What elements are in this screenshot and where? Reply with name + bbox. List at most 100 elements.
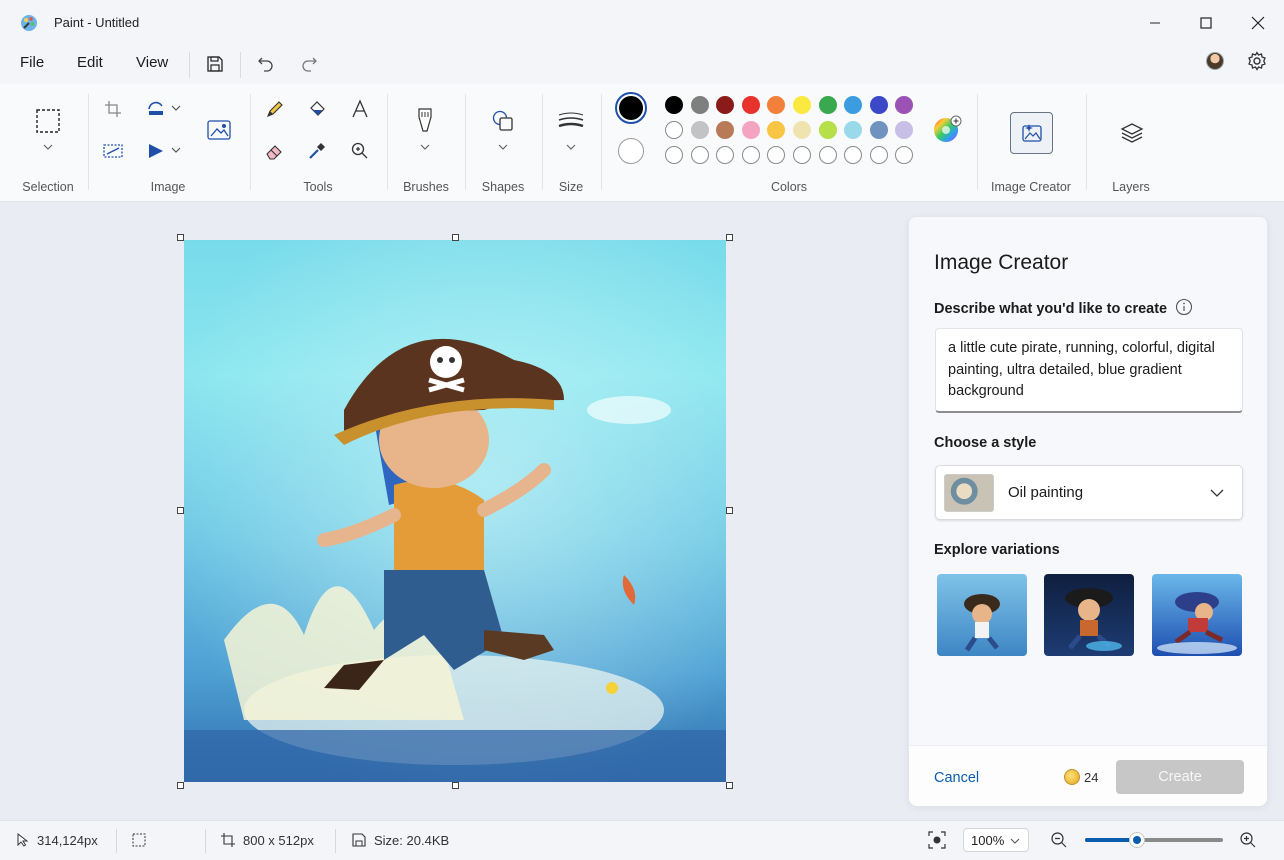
size-dropdown[interactable] bbox=[564, 142, 578, 152]
chevron-down-icon bbox=[1210, 489, 1224, 497]
zoom-out-icon[interactable] bbox=[1050, 831, 1068, 849]
text-tool[interactable] bbox=[348, 97, 372, 121]
custom-color-slot[interactable] bbox=[690, 146, 709, 164]
color-swatch[interactable] bbox=[793, 96, 811, 114]
zoom-dropdown[interactable]: 100% bbox=[963, 828, 1029, 852]
zoom-icon bbox=[351, 142, 368, 159]
zoom-slider-thumb[interactable] bbox=[1129, 832, 1146, 848]
color-swatch[interactable] bbox=[767, 121, 786, 139]
variation-image bbox=[1157, 592, 1237, 654]
eraser-tool[interactable] bbox=[263, 139, 287, 163]
custom-color-slot[interactable] bbox=[869, 146, 888, 164]
zoom-slider[interactable] bbox=[1085, 832, 1223, 848]
variation-thumbnail[interactable] bbox=[937, 574, 1027, 656]
brushes-dropdown[interactable] bbox=[418, 142, 432, 152]
custom-color-slot[interactable] bbox=[895, 146, 914, 164]
secondary-color-button[interactable] bbox=[618, 138, 644, 164]
color-swatch[interactable] bbox=[895, 121, 914, 139]
text-icon bbox=[352, 99, 368, 118]
image-creator-button[interactable] bbox=[1010, 112, 1053, 154]
resize-handle[interactable] bbox=[452, 234, 459, 241]
close-button[interactable] bbox=[1236, 8, 1280, 38]
account-avatar[interactable] bbox=[1206, 52, 1224, 70]
rotate-button[interactable] bbox=[144, 97, 184, 121]
canvas-image[interactable] bbox=[184, 240, 726, 782]
save-icon bbox=[207, 56, 223, 72]
color-picker-tool[interactable] bbox=[305, 139, 329, 163]
redo-button[interactable] bbox=[298, 53, 320, 75]
color-swatch[interactable] bbox=[690, 96, 709, 114]
custom-color-slot[interactable] bbox=[793, 146, 811, 164]
size-button[interactable] bbox=[557, 109, 585, 133]
variations-label: Explore variations bbox=[934, 542, 1060, 558]
layers-button[interactable] bbox=[1118, 120, 1146, 146]
resize-handle[interactable] bbox=[452, 782, 459, 789]
color-swatch[interactable] bbox=[741, 96, 760, 114]
magnifier-tool[interactable] bbox=[348, 139, 372, 163]
menu-file[interactable]: File bbox=[20, 54, 44, 71]
color-swatch[interactable] bbox=[665, 121, 683, 139]
color-swatch[interactable] bbox=[716, 96, 735, 114]
menu-edit[interactable]: Edit bbox=[77, 54, 103, 71]
info-icon[interactable] bbox=[1175, 298, 1193, 316]
group-label-size: Size bbox=[558, 180, 584, 194]
variation-thumbnail[interactable] bbox=[1044, 574, 1134, 656]
color-swatch[interactable] bbox=[818, 96, 837, 114]
style-dropdown[interactable]: Oil painting bbox=[935, 465, 1243, 520]
color-swatch[interactable] bbox=[844, 96, 863, 114]
resize-handle[interactable] bbox=[726, 507, 733, 514]
paint-bucket-icon bbox=[310, 101, 325, 116]
resize-handle[interactable] bbox=[177, 507, 184, 514]
fit-to-window-icon[interactable] bbox=[928, 831, 946, 849]
color-swatch[interactable] bbox=[665, 96, 683, 114]
custom-color-slot[interactable] bbox=[767, 146, 786, 164]
menu-view[interactable]: View bbox=[136, 54, 168, 71]
color-swatch[interactable] bbox=[818, 121, 837, 139]
color-swatch[interactable] bbox=[869, 96, 888, 114]
flip-icon bbox=[149, 144, 181, 158]
resize-handle[interactable] bbox=[726, 234, 733, 241]
resize-button[interactable] bbox=[102, 140, 124, 162]
selection-dropdown[interactable] bbox=[40, 141, 56, 153]
undo-button[interactable] bbox=[255, 53, 277, 75]
shapes-dropdown[interactable] bbox=[496, 142, 510, 152]
color-swatch[interactable] bbox=[844, 121, 863, 139]
selection-tool-button[interactable] bbox=[33, 106, 63, 136]
fill-tool[interactable] bbox=[305, 97, 329, 121]
remove-background-button[interactable] bbox=[205, 116, 233, 144]
flip-button[interactable] bbox=[144, 139, 184, 163]
minimize-button[interactable] bbox=[1133, 8, 1177, 38]
primary-color-button[interactable] bbox=[615, 92, 647, 124]
custom-color-slot[interactable] bbox=[818, 146, 837, 164]
brushes-button[interactable] bbox=[412, 106, 438, 134]
color-swatch[interactable] bbox=[869, 121, 888, 139]
selection-size-icon bbox=[132, 833, 146, 847]
cancel-button[interactable]: Cancel bbox=[934, 770, 979, 786]
resize-handle[interactable] bbox=[177, 234, 184, 241]
color-swatch[interactable] bbox=[690, 121, 709, 139]
maximize-button[interactable] bbox=[1184, 8, 1228, 38]
custom-color-slot[interactable] bbox=[665, 146, 683, 164]
settings-gear-icon[interactable] bbox=[1247, 51, 1267, 71]
prompt-textarea[interactable]: a little cute pirate, running, colorful,… bbox=[935, 328, 1243, 413]
custom-color-slot[interactable] bbox=[844, 146, 863, 164]
color-swatch[interactable] bbox=[716, 121, 735, 139]
stroke-size-icon bbox=[558, 112, 584, 128]
edit-colors-button[interactable] bbox=[932, 114, 962, 144]
shapes-button[interactable] bbox=[489, 108, 517, 134]
color-swatch[interactable] bbox=[741, 121, 760, 139]
save-button[interactable] bbox=[204, 53, 226, 75]
crop-button[interactable] bbox=[102, 98, 124, 120]
color-swatch[interactable] bbox=[895, 96, 914, 114]
color-swatch[interactable] bbox=[767, 96, 786, 114]
variation-thumbnail[interactable] bbox=[1152, 574, 1242, 656]
ribbon-divider bbox=[601, 94, 602, 190]
custom-color-slot[interactable] bbox=[716, 146, 735, 164]
custom-color-slot[interactable] bbox=[741, 146, 760, 164]
color-swatch[interactable] bbox=[793, 121, 811, 139]
resize-handle[interactable] bbox=[726, 782, 733, 789]
create-button[interactable]: Create bbox=[1116, 760, 1244, 794]
resize-handle[interactable] bbox=[177, 782, 184, 789]
zoom-in-icon[interactable] bbox=[1239, 831, 1257, 849]
pencil-tool[interactable] bbox=[263, 97, 287, 121]
